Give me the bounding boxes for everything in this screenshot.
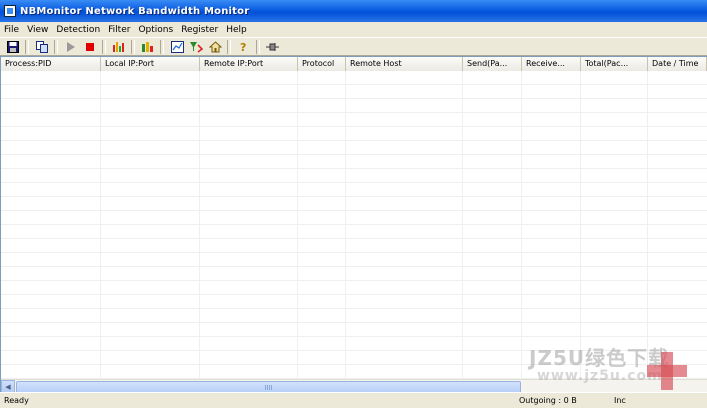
svg-text:?: ? — [240, 41, 246, 53]
title-bar[interactable]: NBMonitor Network Bandwidth Monitor — [0, 0, 707, 22]
stop-button[interactable] — [81, 39, 99, 55]
list-header: Process:PID Local IP:Port Remote IP:Port… — [1, 57, 707, 72]
toolbar-separator — [25, 39, 29, 54]
status-ready: Ready — [4, 396, 29, 405]
scroll-left-icon: ◀ — [5, 382, 11, 391]
filter-refresh-icon — [190, 41, 203, 53]
toolbar: ? — [0, 37, 707, 56]
start-button[interactable] — [62, 39, 80, 55]
save-button[interactable] — [4, 39, 22, 55]
menu-view[interactable]: View — [23, 25, 52, 35]
home-button[interactable] — [206, 39, 224, 55]
graph-window-button[interactable] — [168, 39, 186, 55]
menu-register[interactable]: Register — [177, 25, 222, 35]
bandwidth-chart-button[interactable] — [110, 39, 128, 55]
grid-line — [297, 71, 298, 378]
menu-file[interactable]: File — [0, 25, 23, 35]
grid-line — [521, 71, 522, 378]
save-icon — [7, 40, 19, 53]
menu-detection[interactable]: Detection — [52, 25, 104, 35]
toolbar-separator — [102, 39, 106, 54]
menu-help[interactable]: Help — [222, 25, 251, 35]
scroll-left-button[interactable]: ◀ — [1, 380, 15, 392]
bar-chart-button[interactable] — [139, 39, 157, 55]
column-process-pid[interactable]: Process:PID — [1, 57, 101, 71]
scroll-thumb[interactable] — [16, 380, 521, 392]
column-date-time[interactable]: Date / Time — [648, 57, 707, 71]
graph-window-icon — [170, 40, 184, 53]
toolbar-separator — [54, 39, 58, 54]
pin-icon — [266, 42, 279, 51]
column-receive[interactable]: Receive... — [522, 57, 581, 71]
column-remote-host[interactable]: Remote Host — [346, 57, 463, 71]
grid-line — [100, 71, 101, 378]
grid-line — [345, 71, 346, 378]
grid-line — [462, 71, 463, 378]
bar-chart-icon — [142, 41, 153, 52]
home-icon — [208, 40, 222, 52]
pin-button[interactable] — [264, 39, 282, 55]
column-local-ip-port[interactable]: Local IP:Port — [101, 57, 200, 71]
horizontal-scrollbar[interactable]: ◀ — [1, 379, 707, 392]
stop-icon — [86, 42, 94, 51]
copy-icon — [35, 40, 48, 53]
app-monitor-icon — [4, 5, 16, 17]
bandwidth-chart-icon — [113, 41, 124, 52]
window-title: NBMonitor Network Bandwidth Monitor — [20, 5, 250, 17]
list-rows — [1, 71, 707, 379]
toolbar-separator — [160, 39, 164, 54]
menu-bar: File View Detection Filter Options Regis… — [0, 22, 707, 37]
toolbar-separator — [227, 39, 231, 54]
copy-button[interactable] — [33, 39, 51, 55]
column-remote-ip-port[interactable]: Remote IP:Port — [200, 57, 298, 71]
play-icon — [67, 41, 75, 52]
menu-options[interactable]: Options — [134, 25, 177, 35]
grid-line — [647, 71, 648, 378]
help-icon: ? — [240, 41, 246, 53]
connections-list[interactable]: Process:PID Local IP:Port Remote IP:Port… — [0, 56, 707, 392]
column-total[interactable]: Total(Pac... — [581, 57, 648, 71]
toolbar-separator — [131, 39, 135, 54]
column-protocol[interactable]: Protocol — [298, 57, 346, 71]
help-button[interactable]: ? — [235, 39, 253, 55]
toolbar-separator — [256, 39, 260, 54]
menu-filter[interactable]: Filter — [104, 25, 134, 35]
status-bar: Ready Outgoing : 0 B Inc — [0, 392, 707, 408]
status-incoming: Inc — [614, 396, 626, 405]
grid-line — [199, 71, 200, 378]
column-send[interactable]: Send(Pa... — [463, 57, 522, 71]
filter-refresh-button[interactable] — [187, 39, 205, 55]
grid-line — [580, 71, 581, 378]
status-outgoing: Outgoing : 0 B — [519, 396, 577, 405]
